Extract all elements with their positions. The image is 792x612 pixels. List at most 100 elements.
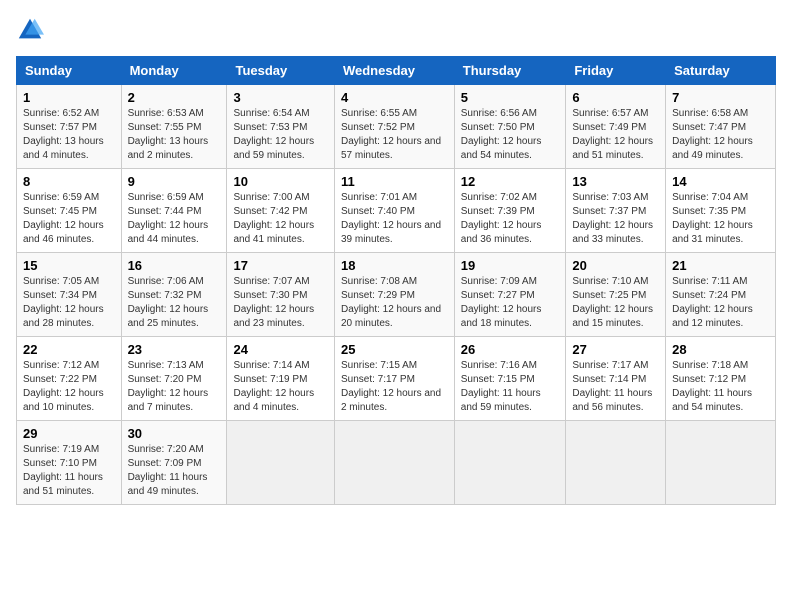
day-number: 30 bbox=[128, 426, 221, 441]
day-number: 1 bbox=[23, 90, 115, 105]
calendar-cell: 2Sunrise: 6:53 AMSunset: 7:55 PMDaylight… bbox=[121, 85, 227, 169]
day-number: 26 bbox=[461, 342, 560, 357]
calendar-cell: 28Sunrise: 7:18 AMSunset: 7:12 PMDayligh… bbox=[666, 337, 776, 421]
calendar-cell: 10 Sunrise: 7:00 AMSunset: 7:42 PMDayligh… bbox=[227, 169, 335, 253]
day-info: Sunrise: 7:03 AMSunset: 7:37 PMDaylight:… bbox=[572, 191, 659, 247]
calendar-cell: 17 Sunrise: 7:07 AMSunset: 7:30 PMDayligh… bbox=[227, 253, 335, 337]
calendar-cell: 7 Sunrise: 6:58 AMSunset: 7:47 PMDaylight… bbox=[666, 85, 776, 169]
day-info: Sunrise: 6:54 AMSunset: 7:53 PMDaylight:… bbox=[233, 107, 328, 163]
day-info: Sunrise: 6:52 AMSunset: 7:57 PMDaylight:… bbox=[23, 107, 115, 163]
calendar-cell bbox=[334, 421, 454, 505]
calendar-cell bbox=[227, 421, 335, 505]
calendar-week-row: 22 Sunrise: 7:12 AMSunset: 7:22 PMDayligh… bbox=[17, 337, 776, 421]
day-number: 5 bbox=[461, 90, 560, 105]
day-info: Sunrise: 7:01 AMSunset: 7:40 PMDaylight:… bbox=[341, 191, 448, 247]
calendar-cell: 5 Sunrise: 6:56 AMSunset: 7:50 PMDaylight… bbox=[454, 85, 566, 169]
day-number: 13 bbox=[572, 174, 659, 189]
day-number: 24 bbox=[233, 342, 328, 357]
calendar-cell bbox=[566, 421, 666, 505]
day-info: Sunrise: 6:55 AMSunset: 7:52 PMDaylight:… bbox=[341, 107, 448, 163]
calendar-cell: 9 Sunrise: 6:59 AMSunset: 7:44 PMDaylight… bbox=[121, 169, 227, 253]
day-number: 6 bbox=[572, 90, 659, 105]
day-info: Sunrise: 6:59 AMSunset: 7:44 PMDaylight:… bbox=[128, 191, 221, 247]
day-info: Sunrise: 7:17 AMSunset: 7:14 PMDaylight:… bbox=[572, 359, 659, 415]
calendar-week-row: 1 Sunrise: 6:52 AMSunset: 7:57 PMDaylight… bbox=[17, 85, 776, 169]
day-info: Sunrise: 7:05 AMSunset: 7:34 PMDaylight:… bbox=[23, 275, 115, 331]
calendar-cell: 25 Sunrise: 7:15 AMSunset: 7:17 PMDayligh… bbox=[334, 337, 454, 421]
weekday-header-tuesday: Tuesday bbox=[227, 57, 335, 85]
weekday-header-monday: Monday bbox=[121, 57, 227, 85]
day-number: 19 bbox=[461, 258, 560, 273]
calendar-cell: 13 Sunrise: 7:03 AMSunset: 7:37 PMDayligh… bbox=[566, 169, 666, 253]
day-number: 3 bbox=[233, 90, 328, 105]
day-info: Sunrise: 7:12 AMSunset: 7:22 PMDaylight:… bbox=[23, 359, 115, 415]
calendar-cell: 11 Sunrise: 7:01 AMSunset: 7:40 PMDayligh… bbox=[334, 169, 454, 253]
day-info: Sunrise: 7:19 AMSunset: 7:10 PMDaylight:… bbox=[23, 443, 115, 499]
day-number: 18 bbox=[341, 258, 448, 273]
calendar-cell: 19Sunrise: 7:09 AMSunset: 7:27 PMDayligh… bbox=[454, 253, 566, 337]
weekday-header-saturday: Saturday bbox=[666, 57, 776, 85]
calendar-week-row: 8Sunrise: 6:59 AMSunset: 7:45 PMDaylight… bbox=[17, 169, 776, 253]
day-number: 17 bbox=[233, 258, 328, 273]
calendar-cell: 18 Sunrise: 7:08 AMSunset: 7:29 PMDayligh… bbox=[334, 253, 454, 337]
day-number: 25 bbox=[341, 342, 448, 357]
calendar-cell: 14Sunrise: 7:04 AMSunset: 7:35 PMDayligh… bbox=[666, 169, 776, 253]
day-info: Sunrise: 7:16 AMSunset: 7:15 PMDaylight:… bbox=[461, 359, 560, 415]
day-info: Sunrise: 6:59 AMSunset: 7:45 PMDaylight:… bbox=[23, 191, 115, 247]
calendar-cell: 12 Sunrise: 7:02 AMSunset: 7:39 PMDayligh… bbox=[454, 169, 566, 253]
calendar-cell: 3 Sunrise: 6:54 AMSunset: 7:53 PMDaylight… bbox=[227, 85, 335, 169]
day-number: 10 bbox=[233, 174, 328, 189]
day-number: 15 bbox=[23, 258, 115, 273]
calendar-cell: 27Sunrise: 7:17 AMSunset: 7:14 PMDayligh… bbox=[566, 337, 666, 421]
day-number: 16 bbox=[128, 258, 221, 273]
calendar-cell bbox=[666, 421, 776, 505]
calendar-cell: 8Sunrise: 6:59 AMSunset: 7:45 PMDaylight… bbox=[17, 169, 122, 253]
day-number: 2 bbox=[128, 90, 221, 105]
calendar-cell: 6 Sunrise: 6:57 AMSunset: 7:49 PMDaylight… bbox=[566, 85, 666, 169]
weekday-header-thursday: Thursday bbox=[454, 57, 566, 85]
day-info: Sunrise: 7:06 AMSunset: 7:32 PMDaylight:… bbox=[128, 275, 221, 331]
day-number: 29 bbox=[23, 426, 115, 441]
day-info: Sunrise: 7:10 AMSunset: 7:25 PMDaylight:… bbox=[572, 275, 659, 331]
day-number: 12 bbox=[461, 174, 560, 189]
day-number: 21 bbox=[672, 258, 769, 273]
day-number: 22 bbox=[23, 342, 115, 357]
weekday-header-wednesday: Wednesday bbox=[334, 57, 454, 85]
day-info: Sunrise: 7:20 AMSunset: 7:09 PMDaylight:… bbox=[128, 443, 221, 499]
day-number: 4 bbox=[341, 90, 448, 105]
day-info: Sunrise: 7:07 AMSunset: 7:30 PMDaylight:… bbox=[233, 275, 328, 331]
day-info: Sunrise: 7:18 AMSunset: 7:12 PMDaylight:… bbox=[672, 359, 769, 415]
logo bbox=[16, 16, 48, 44]
day-info: Sunrise: 7:14 AMSunset: 7:19 PMDaylight:… bbox=[233, 359, 328, 415]
day-number: 14 bbox=[672, 174, 769, 189]
calendar-cell: 15 Sunrise: 7:05 AMSunset: 7:34 PMDayligh… bbox=[17, 253, 122, 337]
day-number: 23 bbox=[128, 342, 221, 357]
day-info: Sunrise: 7:13 AMSunset: 7:20 PMDaylight:… bbox=[128, 359, 221, 415]
calendar-cell: 24 Sunrise: 7:14 AMSunset: 7:19 PMDayligh… bbox=[227, 337, 335, 421]
calendar-cell: 23 Sunrise: 7:13 AMSunset: 7:20 PMDayligh… bbox=[121, 337, 227, 421]
day-info: Sunrise: 6:58 AMSunset: 7:47 PMDaylight:… bbox=[672, 107, 769, 163]
day-info: Sunrise: 7:00 AMSunset: 7:42 PMDaylight:… bbox=[233, 191, 328, 247]
weekday-header-sunday: Sunday bbox=[17, 57, 122, 85]
day-number: 7 bbox=[672, 90, 769, 105]
day-info: Sunrise: 7:15 AMSunset: 7:17 PMDaylight:… bbox=[341, 359, 448, 415]
calendar-table: SundayMondayTuesdayWednesdayThursdayFrid… bbox=[16, 56, 776, 505]
day-info: Sunrise: 6:57 AMSunset: 7:49 PMDaylight:… bbox=[572, 107, 659, 163]
weekday-header-friday: Friday bbox=[566, 57, 666, 85]
day-number: 9 bbox=[128, 174, 221, 189]
day-number: 11 bbox=[341, 174, 448, 189]
weekday-header-row: SundayMondayTuesdayWednesdayThursdayFrid… bbox=[17, 57, 776, 85]
logo-icon bbox=[16, 16, 44, 44]
calendar-cell: 30 Sunrise: 7:20 AMSunset: 7:09 PMDayligh… bbox=[121, 421, 227, 505]
calendar-week-row: 15 Sunrise: 7:05 AMSunset: 7:34 PMDayligh… bbox=[17, 253, 776, 337]
day-info: Sunrise: 7:11 AMSunset: 7:24 PMDaylight:… bbox=[672, 275, 769, 331]
day-info: Sunrise: 6:56 AMSunset: 7:50 PMDaylight:… bbox=[461, 107, 560, 163]
calendar-cell: 4 Sunrise: 6:55 AMSunset: 7:52 PMDaylight… bbox=[334, 85, 454, 169]
calendar-cell: 22 Sunrise: 7:12 AMSunset: 7:22 PMDayligh… bbox=[17, 337, 122, 421]
calendar-cell bbox=[454, 421, 566, 505]
calendar-cell: 29 Sunrise: 7:19 AMSunset: 7:10 PMDayligh… bbox=[17, 421, 122, 505]
day-info: Sunrise: 7:08 AMSunset: 7:29 PMDaylight:… bbox=[341, 275, 448, 331]
page-header bbox=[16, 16, 776, 44]
day-info: Sunrise: 7:02 AMSunset: 7:39 PMDaylight:… bbox=[461, 191, 560, 247]
calendar-cell: 26 Sunrise: 7:16 AMSunset: 7:15 PMDayligh… bbox=[454, 337, 566, 421]
